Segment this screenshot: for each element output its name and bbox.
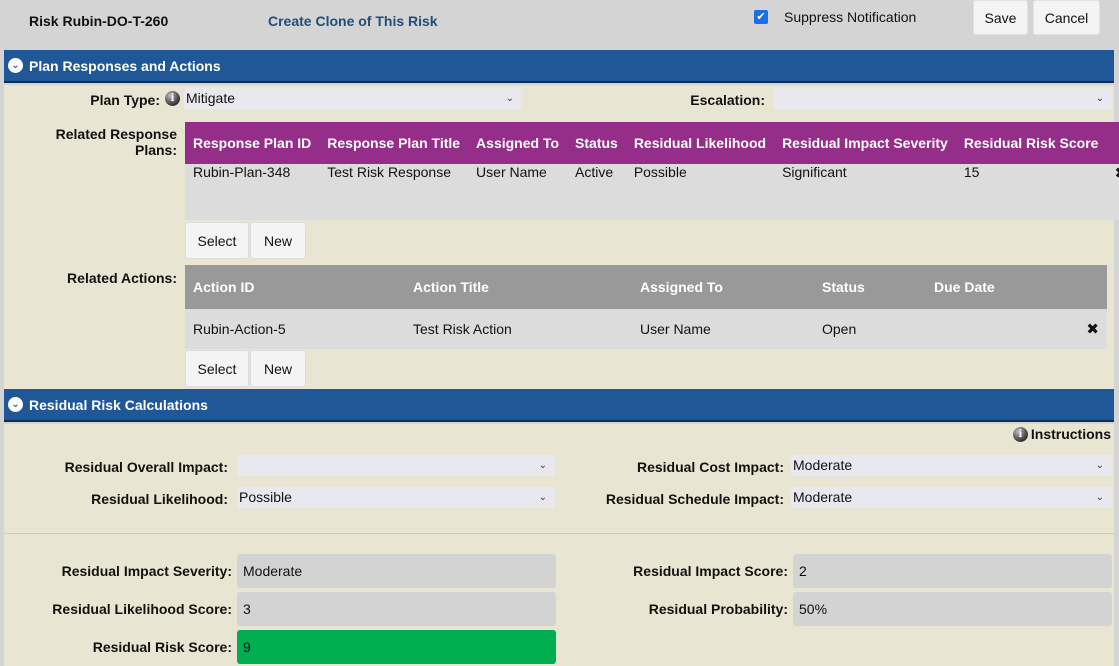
- residual-impact-severity-field: Moderate: [237, 554, 556, 588]
- column-header[interactable]: Response Plan ID: [185, 122, 320, 164]
- related-actions-label: Related Actions:: [67, 270, 177, 286]
- section-title: Residual Risk Calculations: [29, 396, 208, 413]
- plan-type-value: Mitigate: [186, 90, 236, 106]
- chevron-down-icon: ⌄: [538, 460, 547, 471]
- residual-risk-score-cell: 15: [955, 164, 1107, 220]
- cancel-button[interactable]: Cancel: [1033, 0, 1100, 35]
- status-cell: Active: [567, 164, 626, 220]
- table-header-row: Response Plan ID Response Plan Title Ass…: [185, 122, 1119, 164]
- suppress-notification-label: Suppress Notification: [784, 9, 917, 25]
- residual-risk-header[interactable]: ⌄ Residual Risk Calculations: [4, 389, 1114, 422]
- column-header[interactable]: Residual Likelihood: [625, 122, 775, 164]
- residual-likelihood-score-field: 3: [237, 592, 556, 626]
- chevron-down-icon[interactable]: ⌄: [8, 58, 23, 73]
- plan-id-cell[interactable]: Rubin-Plan-348: [185, 164, 320, 220]
- residual-likelihood-label: Residual Likelihood:: [91, 491, 228, 507]
- select-action-button[interactable]: Select: [185, 350, 249, 387]
- column-header-spacer: [1067, 265, 1107, 309]
- assigned-to-cell: User Name: [632, 309, 814, 349]
- residual-risk-score-field: 9: [237, 630, 556, 664]
- residual-cost-impact-select[interactable]: Moderate ⌄: [791, 455, 1112, 476]
- actions-table: Action ID Action Title Assigned To Statu…: [185, 265, 1107, 349]
- instructions-link[interactable]: i Instructions: [1012, 426, 1111, 442]
- new-action-button[interactable]: New: [250, 350, 306, 387]
- section-divider: [4, 533, 1114, 534]
- plan-type-select[interactable]: Mitigate ⌄: [184, 88, 522, 109]
- column-header[interactable]: Assigned To: [632, 265, 814, 309]
- column-header[interactable]: Residual Impact Severity: [774, 122, 956, 164]
- residual-overall-impact-label: Residual Overall Impact:: [64, 459, 228, 475]
- plan-title-cell: Test Risk Response: [319, 164, 469, 220]
- response-plans-table: Response Plan ID Response Plan Title Ass…: [185, 122, 1119, 220]
- assigned-to-cell: User Name: [468, 164, 568, 220]
- residual-likelihood-value: Possible: [239, 489, 292, 505]
- residual-impact-severity-label: Residual Impact Severity:: [61, 563, 232, 579]
- suppress-notification-checkbox[interactable]: ✔: [754, 10, 768, 24]
- risk-title: Risk Rubin-DO-T-260: [29, 13, 169, 29]
- residual-cost-impact-label: Residual Cost Impact:: [636, 459, 784, 475]
- column-header[interactable]: Status: [567, 122, 626, 164]
- residual-risk-score-label: Residual Risk Score:: [92, 639, 232, 655]
- section-title: Plan Responses and Actions: [29, 57, 221, 74]
- info-icon: i: [1012, 426, 1028, 442]
- residual-likelihood-score-label: Residual Likelihood Score:: [52, 601, 232, 617]
- table-header-row: Action ID Action Title Assigned To Statu…: [185, 265, 1107, 309]
- residual-cost-impact-value: Moderate: [793, 457, 853, 473]
- plan-responses-header[interactable]: ⌄ Plan Responses and Actions: [4, 50, 1114, 83]
- column-header[interactable]: Residual Risk Score: [955, 122, 1107, 164]
- plan-type-label: Plan Type:: [90, 92, 160, 108]
- residual-likelihood-cell: Possible: [625, 164, 775, 220]
- delete-icon[interactable]: ✖: [1106, 164, 1119, 220]
- table-row[interactable]: Rubin-Plan-348 Test Risk Response User N…: [185, 164, 1119, 220]
- status-cell: Open: [814, 309, 926, 349]
- residual-impact-score-field: 2: [793, 554, 1112, 588]
- table-row[interactable]: Rubin-Action-5 Test Risk Action User Nam…: [185, 309, 1107, 349]
- action-title-cell: Test Risk Action: [405, 309, 632, 349]
- column-header[interactable]: Status: [814, 265, 926, 309]
- column-header[interactable]: Action Title: [405, 265, 632, 309]
- residual-schedule-impact-label: Residual Schedule Impact:: [605, 491, 784, 507]
- column-header[interactable]: Assigned To: [468, 122, 568, 164]
- chevron-down-icon: ⌄: [538, 492, 547, 503]
- top-bar: Risk Rubin-DO-T-260 Create Clone of This…: [0, 0, 1119, 48]
- suppress-notification[interactable]: ✔ Suppress Notification: [754, 9, 916, 25]
- save-button[interactable]: Save: [973, 0, 1028, 35]
- residual-probability-field: 50%: [793, 592, 1112, 626]
- escalation-label: Escalation:: [690, 92, 765, 108]
- related-response-plans-label: Related Response Plans:: [55, 126, 177, 158]
- chevron-down-icon: ⌄: [1095, 460, 1104, 471]
- action-id-cell[interactable]: Rubin-Action-5: [185, 309, 405, 349]
- column-header[interactable]: Due Date: [926, 265, 1067, 309]
- delete-icon[interactable]: ✖: [1067, 309, 1107, 349]
- residual-probability-label: Residual Probability:: [648, 601, 788, 617]
- instructions-label: Instructions: [1030, 426, 1111, 442]
- chevron-down-icon: ⌄: [1095, 492, 1104, 503]
- chevron-down-icon: ⌄: [505, 93, 514, 104]
- residual-impact-severity-cell: Significant: [774, 164, 956, 220]
- residual-likelihood-select[interactable]: Possible ⌄: [237, 487, 555, 508]
- create-clone-link[interactable]: Create Clone of This Risk: [268, 13, 438, 29]
- select-plan-button[interactable]: Select: [185, 222, 249, 259]
- residual-schedule-impact-select[interactable]: Moderate ⌄: [791, 487, 1112, 508]
- residual-overall-impact-select[interactable]: ⌄: [237, 455, 555, 476]
- residual-impact-score-label: Residual Impact Score:: [633, 563, 788, 579]
- escalation-select[interactable]: ⌄: [773, 88, 1112, 109]
- column-header[interactable]: Action ID: [185, 265, 405, 309]
- residual-schedule-impact-value: Moderate: [793, 489, 853, 505]
- chevron-down-icon[interactable]: ⌄: [8, 397, 23, 412]
- chevron-down-icon: ⌄: [1095, 93, 1104, 104]
- new-plan-button[interactable]: New: [250, 222, 306, 259]
- due-date-cell: [926, 309, 1067, 349]
- column-header-spacer: [1106, 122, 1119, 164]
- info-icon[interactable]: i: [165, 91, 180, 106]
- column-header[interactable]: Response Plan Title: [319, 122, 469, 164]
